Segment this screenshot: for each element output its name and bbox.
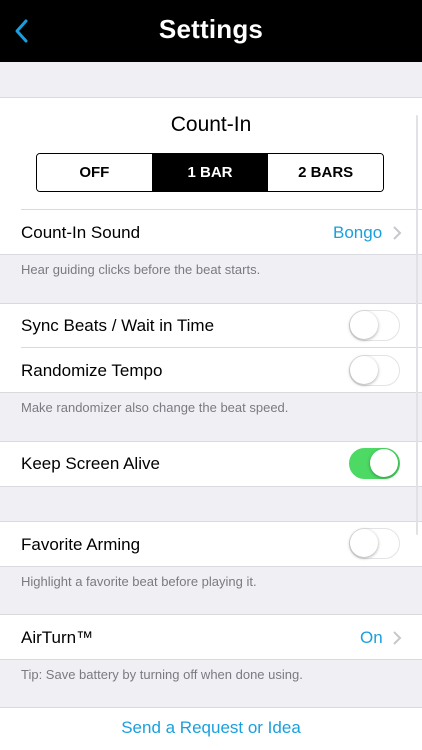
keep-screen-alive-label: Keep Screen Alive: [21, 454, 160, 473]
count-in-sound-label: Count-In Sound: [21, 223, 141, 242]
count-in-title: Count-In: [170, 113, 252, 136]
divider: [21, 209, 422, 210]
chevron-right-icon: [393, 226, 402, 240]
airturn-value[interactable]: On: [360, 628, 383, 648]
randomize-tempo-label: Randomize Tempo: [21, 361, 163, 380]
divider: [0, 486, 422, 487]
randomize-tempo-footnote: Make randomizer also change the beat spe…: [21, 400, 289, 415]
navigation-bar: Settings: [0, 0, 422, 62]
count-in-segmented-control: OFF 1 BAR 2 BARS: [36, 153, 384, 192]
randomize-tempo-toggle[interactable]: [349, 355, 400, 386]
divider: [0, 441, 422, 442]
airturn-label: AirTurn™: [21, 628, 94, 647]
divider: [0, 566, 422, 567]
toggle-knob: [350, 311, 378, 339]
divider: [0, 97, 422, 98]
send-request-link[interactable]: Send a Request or Idea: [0, 718, 422, 738]
page-title: Settings: [158, 14, 264, 44]
chevron-right-icon: [393, 631, 402, 645]
keep-screen-alive-toggle[interactable]: [349, 448, 400, 479]
count-in-sound-value[interactable]: Bongo: [333, 223, 382, 243]
scrollbar[interactable]: [416, 115, 418, 535]
favorite-arming-footnote: Highlight a favorite beat before playing…: [21, 574, 257, 589]
favorite-arming-toggle[interactable]: [349, 528, 400, 559]
divider: [0, 303, 422, 304]
toggle-knob: [350, 356, 378, 384]
toggle-knob: [350, 529, 378, 557]
divider: [0, 392, 422, 393]
sync-beats-label: Sync Beats / Wait in Time: [21, 316, 215, 335]
airturn-footnote: Tip: Save battery by turning off when do…: [21, 667, 303, 682]
divider: [21, 347, 422, 348]
sync-beats-toggle[interactable]: [349, 310, 400, 341]
toggle-knob: [370, 449, 398, 477]
count-in-sound-footnote: Hear guiding clicks before the beat star…: [21, 262, 261, 277]
divider: [0, 614, 422, 615]
segment-off[interactable]: OFF: [37, 154, 152, 191]
segment-2-bars[interactable]: 2 BARS: [267, 154, 383, 191]
divider: [0, 254, 422, 255]
divider: [0, 707, 422, 708]
divider: [0, 659, 422, 660]
favorite-arming-label: Favorite Arming: [21, 535, 141, 554]
segment-1-bar[interactable]: 1 BAR: [151, 154, 268, 191]
divider: [0, 521, 422, 522]
